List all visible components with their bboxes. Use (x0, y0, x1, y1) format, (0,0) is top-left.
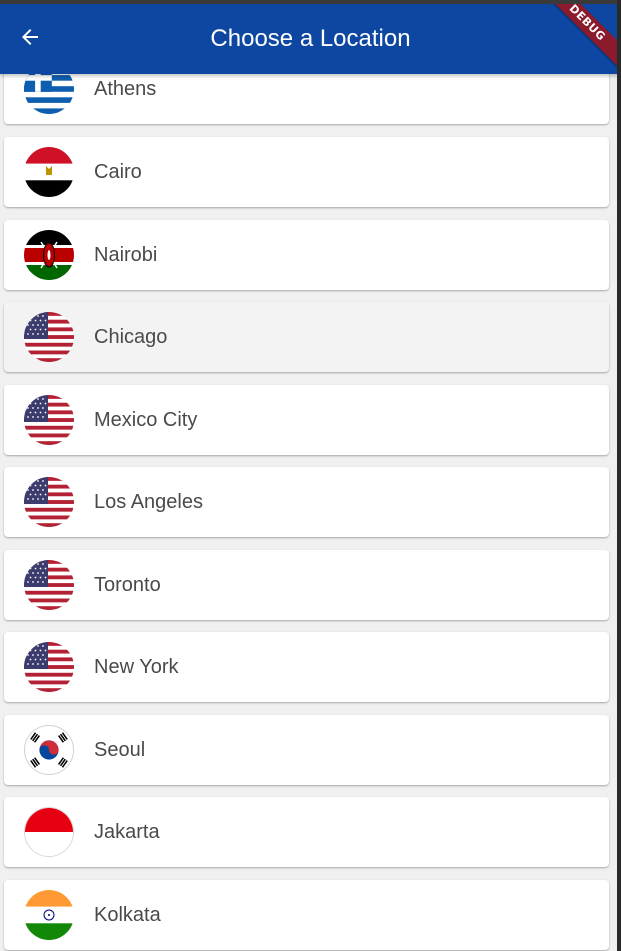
usa-flag-icon (24, 477, 74, 527)
location-name: Nairobi (94, 244, 158, 266)
app-bar: Choose a Location DEBUG (0, 4, 621, 74)
page-title: Choose a Location (210, 25, 411, 52)
location-item-mexico-city[interactable]: Mexico City (4, 385, 609, 455)
location-name: New York (94, 656, 179, 678)
location-name: Seoul (94, 739, 146, 761)
location-name: Cairo (94, 161, 142, 183)
location-list[interactable]: Athens Cairo Nairobi Chicago Mexico City… (0, 0, 621, 951)
location-screen: Choose a Location DEBUG Athens Cairo Nai… (0, 0, 621, 951)
location-item-seoul[interactable]: Seoul (4, 715, 609, 785)
usa-flag-icon (24, 642, 74, 692)
location-item-kolkata[interactable]: Kolkata (4, 880, 609, 950)
location-name: Los Angeles (94, 491, 203, 513)
location-item-jakarta[interactable]: Jakarta (4, 797, 609, 867)
window-top-edge (0, 0, 621, 4)
egypt-flag-icon (24, 147, 74, 197)
location-name: Chicago (94, 326, 168, 348)
location-item-new-york[interactable]: New York (4, 632, 609, 702)
location-item-chicago[interactable]: Chicago (4, 302, 609, 372)
south-korea-flag-icon (24, 725, 74, 775)
kenya-flag-icon (24, 230, 74, 280)
location-item-nairobi[interactable]: Nairobi (4, 220, 609, 290)
usa-flag-icon (24, 395, 74, 445)
window-right-edge (617, 0, 621, 951)
location-item-cairo[interactable]: Cairo (4, 137, 609, 207)
indonesia-flag-icon (24, 807, 74, 857)
location-item-toronto[interactable]: Toronto (4, 550, 609, 620)
location-name: Mexico City (94, 409, 198, 431)
usa-flag-icon (24, 560, 74, 610)
india-flag-icon (24, 890, 74, 940)
location-name: Kolkata (94, 904, 161, 926)
usa-flag-icon (24, 312, 74, 362)
location-name: Toronto (94, 574, 161, 596)
location-item-los-angeles[interactable]: Los Angeles (4, 467, 609, 537)
location-name: Jakarta (94, 821, 160, 843)
